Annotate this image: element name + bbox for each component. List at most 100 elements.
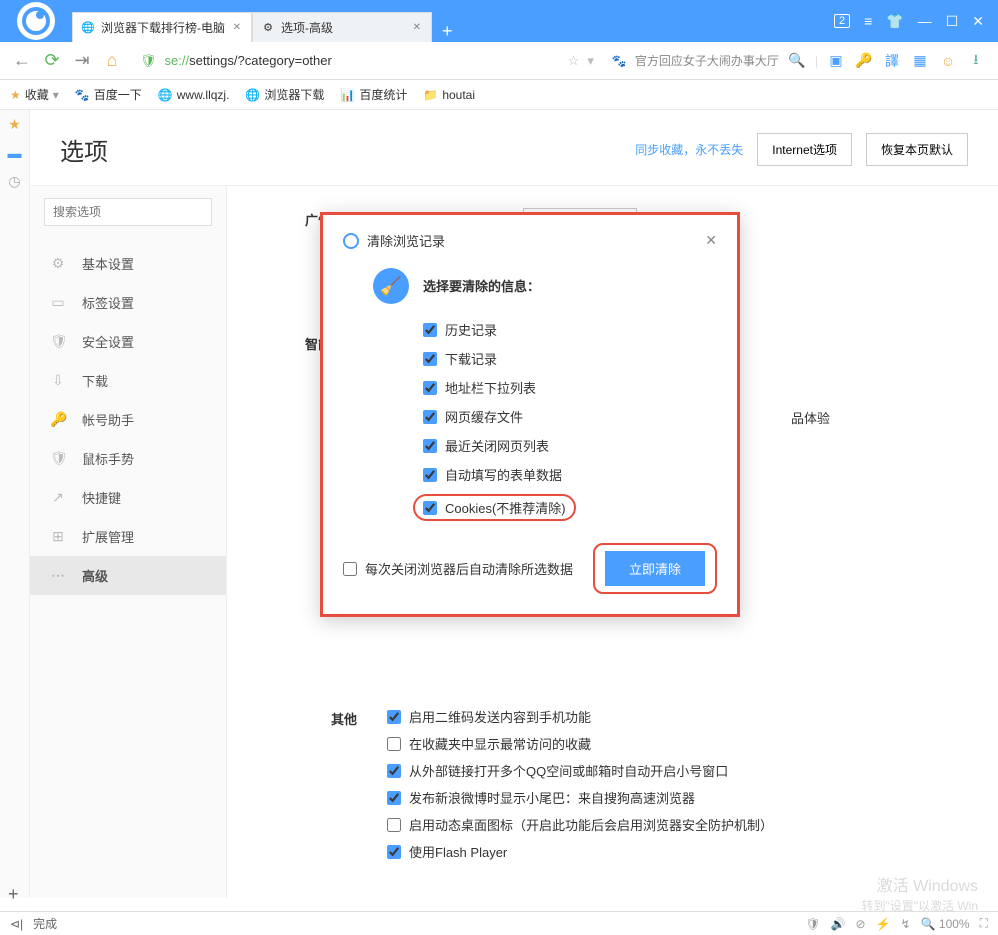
smile-icon[interactable]: ☺: [938, 51, 958, 71]
sidebar-item-account[interactable]: 🔑帐号助手: [30, 400, 226, 439]
other-checkbox-0[interactable]: 启用二维码发送内容到手机功能: [387, 707, 968, 726]
panel-icon[interactable]: ▬: [8, 145, 22, 161]
skin-icon[interactable]: 👕: [886, 13, 903, 30]
dialog-subtitle: 选择要清除的信息：: [423, 268, 540, 295]
tabs-area: 🌐 浏览器下载排行榜-电脑 ✕ ⚙ 选项-高级 ✕ +: [72, 0, 820, 42]
tab-title: 选项-高级: [281, 19, 333, 36]
new-tab-button[interactable]: +: [442, 21, 453, 42]
auto-clear-checkbox[interactable]: 每次关闭浏览器后自动清除所选数据: [343, 559, 573, 578]
other-checkbox-5[interactable]: 使用Flash Player: [387, 842, 968, 861]
tab-title: 浏览器下载排行榜-电脑: [101, 19, 225, 36]
internet-options-button[interactable]: Internet选项: [757, 133, 852, 166]
tab-icon: ▭: [50, 294, 66, 311]
mode-icon[interactable]: ↯: [901, 917, 911, 931]
reader-icon[interactable]: ▦: [910, 51, 930, 71]
setting-row-other: 其他 启用二维码发送内容到手机功能 在收藏夹中显示最常访问的收藏 从外部链接打开…: [257, 695, 968, 873]
page-title: 选项: [60, 132, 108, 167]
clear-now-highlight: 立即清除: [593, 543, 717, 594]
bookmarks-bar: ★收藏▾ 🐾百度一下 🌐www.llqzj. 🌐浏览器下载 📊百度统计 📁hou…: [0, 80, 998, 110]
clear-check-cache[interactable]: 网页缓存文件: [423, 407, 717, 426]
fullscreen-icon[interactable]: ⛶: [980, 916, 988, 931]
browser-logo[interactable]: [0, 2, 72, 40]
clear-check-closed[interactable]: 最近关闭网页列表: [423, 436, 717, 455]
sidebar-item-tabs[interactable]: ▭标签设置: [30, 283, 226, 322]
translate-icon[interactable]: 譯: [882, 51, 902, 71]
bolt-icon[interactable]: ⚡: [876, 917, 891, 931]
paw-icon: 🐾: [612, 54, 627, 68]
bookmark-item[interactable]: 📁houtai: [423, 88, 475, 102]
bookmark-item[interactable]: 🌐www.llqzj.: [158, 88, 230, 102]
content-area: ★ ▬ ◷ 选项 同步收藏，永不丢失 Internet选项 恢复本页默认 ⚙基本…: [0, 110, 998, 898]
star-icon[interactable]: ★: [8, 116, 21, 133]
chevron-down-icon[interactable]: ▾: [587, 53, 594, 69]
maximize-button[interactable]: ☐: [946, 13, 959, 30]
download-count-badge[interactable]: 2: [834, 14, 850, 28]
settings-sidebar: ⚙基本设置 ▭标签设置 🛡安全设置 ⇩下载 🔑帐号助手 🛡鼠标手势 ↗快捷键 ⊞…: [30, 186, 227, 898]
sound-icon[interactable]: 🔊: [831, 917, 846, 931]
close-icon[interactable]: ✕: [705, 232, 717, 249]
other-checkbox-4[interactable]: 启用动态桌面图标（开启此功能后会启用浏览器安全防护机制）: [387, 815, 968, 834]
shield-icon: 🛡: [50, 333, 66, 350]
back-button[interactable]: ←: [12, 50, 32, 71]
sidebar-item-gestures[interactable]: 🛡鼠标手势: [30, 439, 226, 478]
account-icon[interactable]: ▣: [826, 51, 846, 71]
sidebar-item-security[interactable]: 🛡安全设置: [30, 322, 226, 361]
other-checkbox-1[interactable]: 在收藏夹中显示最常访问的收藏: [387, 734, 968, 753]
close-icon[interactable]: ✕: [413, 22, 421, 33]
dots-icon: ⋯: [50, 567, 66, 584]
url-bar: ← ⟳ ⇥ ⌂ 🛡 se://settings/?category=other …: [0, 42, 998, 80]
url-input[interactable]: [340, 53, 560, 69]
sync-link[interactable]: 同步收藏，永不丢失: [635, 141, 743, 158]
bookmark-item[interactable]: 🐾百度一下: [75, 86, 142, 103]
star-icon[interactable]: ☆: [568, 53, 580, 69]
url-input-wrap[interactable]: 🛡 se://settings/?category=other ☆ ▾: [132, 53, 602, 69]
clear-check-downloads[interactable]: 下载记录: [423, 349, 717, 368]
clear-check-cookies[interactable]: Cookies(不推荐清除): [423, 498, 566, 517]
home-button[interactable]: ⌂: [102, 50, 122, 71]
section-label: 其他: [257, 707, 387, 861]
arrow-icon: ↗: [50, 489, 66, 506]
sidebar-item-advanced[interactable]: ⋯高级: [30, 556, 226, 595]
search-input[interactable]: [44, 198, 212, 226]
other-checkbox-3[interactable]: 发布新浪微博时显示小尾巴：来自搜狗高速浏览器: [387, 788, 968, 807]
minimize-button[interactable]: —: [918, 13, 932, 29]
download-icon[interactable]: ⭳: [966, 51, 986, 71]
block-icon[interactable]: ⊘: [856, 917, 866, 931]
window-controls: 2 ≡ 👕 — ☐ ✕: [820, 13, 998, 30]
download-icon: ⇩: [50, 372, 66, 389]
star-icon: ★: [10, 88, 21, 102]
history-icon[interactable]: ◷: [8, 173, 20, 190]
key-icon[interactable]: 🔑: [854, 51, 874, 71]
other-checkbox-2[interactable]: 从外部链接打开多个QQ空间或邮箱时自动开启小号窗口: [387, 761, 968, 780]
fastforward-button[interactable]: ⇥: [72, 50, 92, 71]
bookmark-item[interactable]: 🌐浏览器下载: [245, 86, 324, 103]
zoom-label[interactable]: 🔍 100%: [921, 917, 970, 931]
status-bar: ⊲| 完成 🛡 🔊 ⊘ ⚡ ↯ 🔍 100% ⛶: [0, 911, 998, 935]
clear-check-addressbar[interactable]: 地址栏下拉列表: [423, 378, 717, 397]
tab-0[interactable]: 🌐 浏览器下载排行榜-电脑 ✕: [72, 12, 252, 42]
collapse-icon[interactable]: ⊲|: [10, 917, 23, 931]
bookmark-item[interactable]: 📊百度统计: [340, 86, 407, 103]
stats-icon: 📊: [340, 88, 355, 102]
sidebar-item-extensions[interactable]: ⊞扩展管理: [30, 517, 226, 556]
add-panel-button[interactable]: +: [8, 884, 19, 905]
sidebar-item-basic[interactable]: ⚙基本设置: [30, 244, 226, 283]
search-icon[interactable]: 🔍: [787, 51, 807, 71]
clear-history-dialog: 清除浏览记录 ✕ 🧹 选择要清除的信息： 历史记录 下载记录 地址栏下拉列表 网…: [320, 212, 740, 617]
left-strip: ★ ▬ ◷: [0, 110, 30, 898]
bookmarks-label[interactable]: ★收藏▾: [10, 86, 59, 103]
restore-defaults-button[interactable]: 恢复本页默认: [866, 133, 968, 166]
reload-button[interactable]: ⟳: [42, 50, 62, 71]
clear-now-button[interactable]: 立即清除: [605, 551, 705, 586]
sidebar-item-shortcuts[interactable]: ↗快捷键: [30, 478, 226, 517]
clear-check-history[interactable]: 历史记录: [423, 320, 717, 339]
globe-icon: 🌐: [158, 88, 173, 102]
sidebar-item-download[interactable]: ⇩下载: [30, 361, 226, 400]
close-window-button[interactable]: ✕: [972, 13, 984, 30]
news-ticker[interactable]: 官方回应女子大闹办事大厅: [635, 52, 779, 69]
close-icon[interactable]: ✕: [233, 22, 241, 33]
shield-icon[interactable]: 🛡: [805, 917, 820, 931]
menu-icon[interactable]: ≡: [864, 13, 872, 29]
tab-1[interactable]: ⚙ 选项-高级 ✕: [252, 12, 432, 42]
clear-check-formdata[interactable]: 自动填写的表单数据: [423, 465, 717, 484]
